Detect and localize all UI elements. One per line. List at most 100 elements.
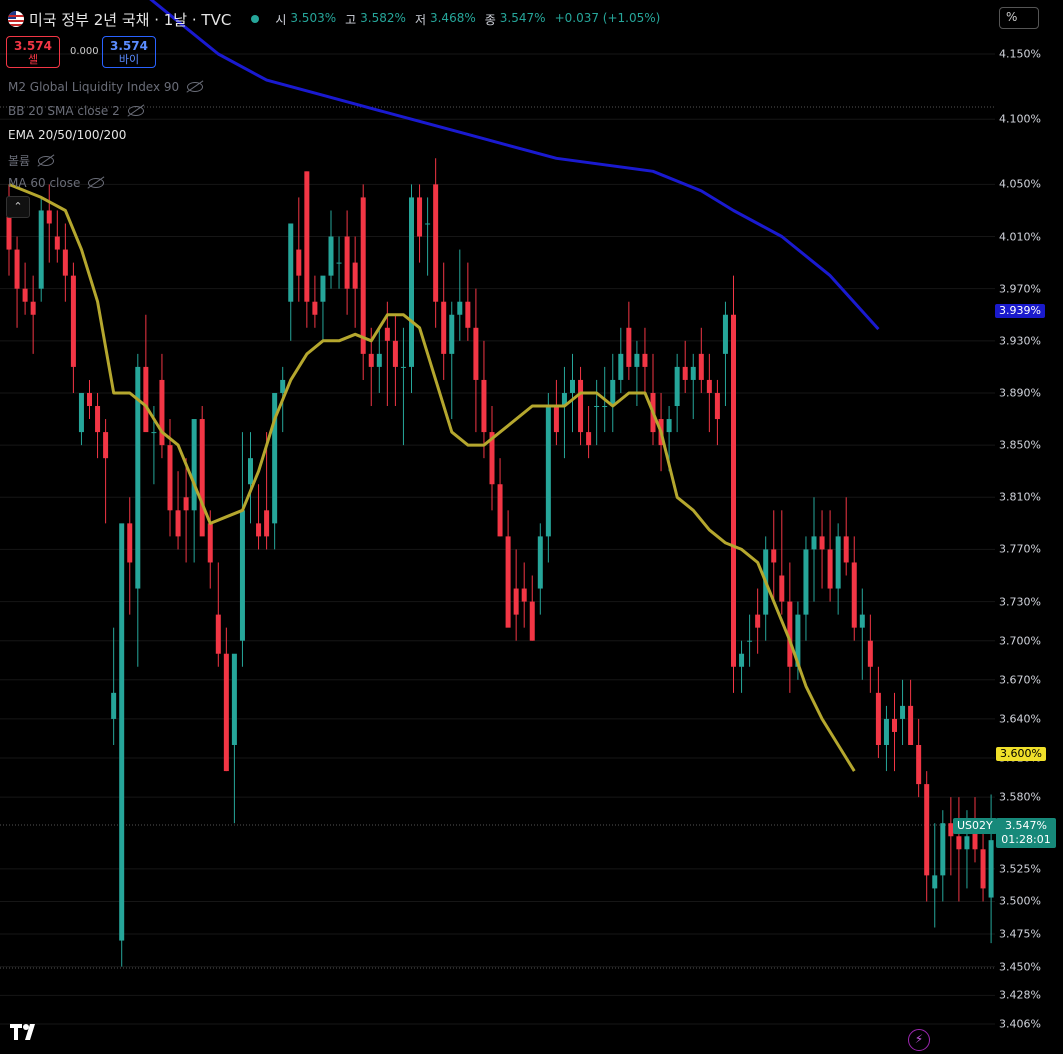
candle-down — [819, 536, 825, 550]
candle-down — [30, 301, 36, 315]
candle-down — [626, 327, 632, 367]
candle-up — [280, 379, 286, 393]
candle-down — [207, 523, 213, 563]
candle-up — [288, 223, 294, 302]
candle-up — [859, 614, 865, 628]
candle-down — [553, 406, 559, 433]
eye-off-icon[interactable] — [38, 155, 55, 166]
candle-down — [223, 653, 229, 772]
y-axis-label: 3.525% — [999, 862, 1041, 876]
candle-up — [191, 419, 197, 511]
candle-down — [755, 614, 761, 628]
candle-down — [731, 314, 736, 667]
candle-down — [578, 379, 584, 433]
price-chart[interactable] — [0, 0, 1063, 1054]
buy-button[interactable]: 3.574 바이 — [102, 36, 156, 68]
candle-down — [875, 692, 881, 745]
candle-down — [481, 379, 487, 433]
candle-down — [95, 406, 101, 433]
y-axis-label: 3.730% — [999, 595, 1041, 609]
candle-up — [537, 536, 543, 589]
candle-down — [22, 288, 28, 302]
candle-down — [215, 614, 221, 654]
candle-down — [384, 327, 390, 341]
candle-down — [771, 549, 777, 563]
sell-button[interactable]: 3.574 셀 — [6, 36, 60, 68]
chevron-up-icon[interactable]: ⌃ — [6, 196, 30, 218]
bar-countdown: 01:28:01 — [1001, 833, 1051, 846]
eye-off-icon[interactable] — [88, 178, 105, 188]
candle-down — [344, 236, 350, 289]
candle-up — [151, 432, 157, 434]
candle-up — [594, 406, 600, 408]
y-axis-label: 3.475% — [999, 927, 1041, 941]
candle-up — [618, 353, 624, 380]
ema200-price-tag: 3.939% — [995, 304, 1045, 318]
candle-down — [980, 849, 986, 889]
candle-up — [722, 314, 728, 354]
candle-down — [497, 484, 503, 537]
candle-down — [867, 640, 873, 667]
candle-up — [400, 366, 406, 368]
candle-up — [449, 314, 455, 354]
candle-down — [916, 744, 922, 785]
candle-up — [111, 692, 117, 719]
candle-down — [70, 275, 76, 367]
candle-down — [908, 705, 914, 745]
candle-up — [336, 262, 342, 264]
candle-up — [835, 536, 841, 589]
candle-up — [634, 353, 640, 367]
indicator-m2-liquidity[interactable]: M2 Global Liquidity Index 90 — [8, 80, 204, 94]
eye-off-icon[interactable] — [187, 82, 204, 92]
tradingview-logo[interactable] — [10, 1022, 42, 1040]
y-axis-label: 3.406% — [999, 1017, 1041, 1031]
percent-scale-button[interactable]: % — [999, 7, 1039, 29]
candle-down — [103, 432, 109, 459]
market-status-dot — [251, 15, 260, 23]
candle-up — [811, 536, 817, 550]
candle-up — [610, 379, 616, 407]
lightning-icon[interactable]: ⚡ — [908, 1029, 930, 1051]
candle-up — [988, 840, 994, 898]
price-change: +0.037 (+1.05%) — [554, 10, 661, 25]
y-axis-label: 3.970% — [999, 282, 1041, 296]
y-axis-label: 3.700% — [999, 634, 1041, 648]
y-axis-label: 3.930% — [999, 334, 1041, 348]
candle-down — [698, 353, 704, 380]
y-axis-label: 3.640% — [999, 712, 1041, 726]
candle-down — [924, 784, 930, 876]
eye-off-icon[interactable] — [127, 106, 144, 116]
candle-up — [78, 392, 84, 433]
candle-down — [779, 575, 785, 602]
candle-down — [368, 353, 374, 367]
indicator-bb[interactable]: BB 20 SMA close 2 — [8, 104, 144, 118]
candle-down — [62, 249, 68, 276]
indicator-volume[interactable]: 볼륨 — [8, 152, 55, 169]
candle-down — [127, 523, 133, 563]
candle-up — [119, 523, 125, 941]
candle-down — [14, 249, 20, 289]
candle-down — [87, 392, 92, 407]
candle-up — [328, 236, 334, 276]
indicator-ema[interactable]: EMA 20/50/100/200 — [8, 128, 126, 142]
indicator-ma60[interactable]: MA 60 close — [8, 176, 105, 190]
ohlc-readout: 시 3.503% 고 3.582% 저 3.468% 종 3.547% +0.037 (… — [275, 10, 661, 27]
y-axis-label: 4.100% — [999, 112, 1041, 126]
candle-up — [883, 718, 889, 745]
y-axis-label: 3.770% — [999, 542, 1041, 556]
candle-up — [739, 653, 745, 667]
spread-value: 0.000 — [70, 46, 99, 57]
y-axis-label: 3.428% — [999, 988, 1041, 1002]
candle-down — [46, 210, 52, 224]
candle-up — [320, 275, 326, 302]
candle-down — [143, 366, 149, 433]
candle-down — [199, 419, 205, 537]
symbol-title[interactable]: 미국 정부 2년 국채 · 1날 · TVC — [29, 9, 231, 30]
candle-down — [892, 718, 897, 732]
candle-up — [38, 210, 44, 289]
ema20-price-tag: 3.600% — [996, 747, 1046, 761]
candle-down — [505, 536, 511, 628]
candle-up — [376, 353, 382, 367]
candle-up — [231, 653, 237, 745]
candle-up — [690, 366, 696, 380]
